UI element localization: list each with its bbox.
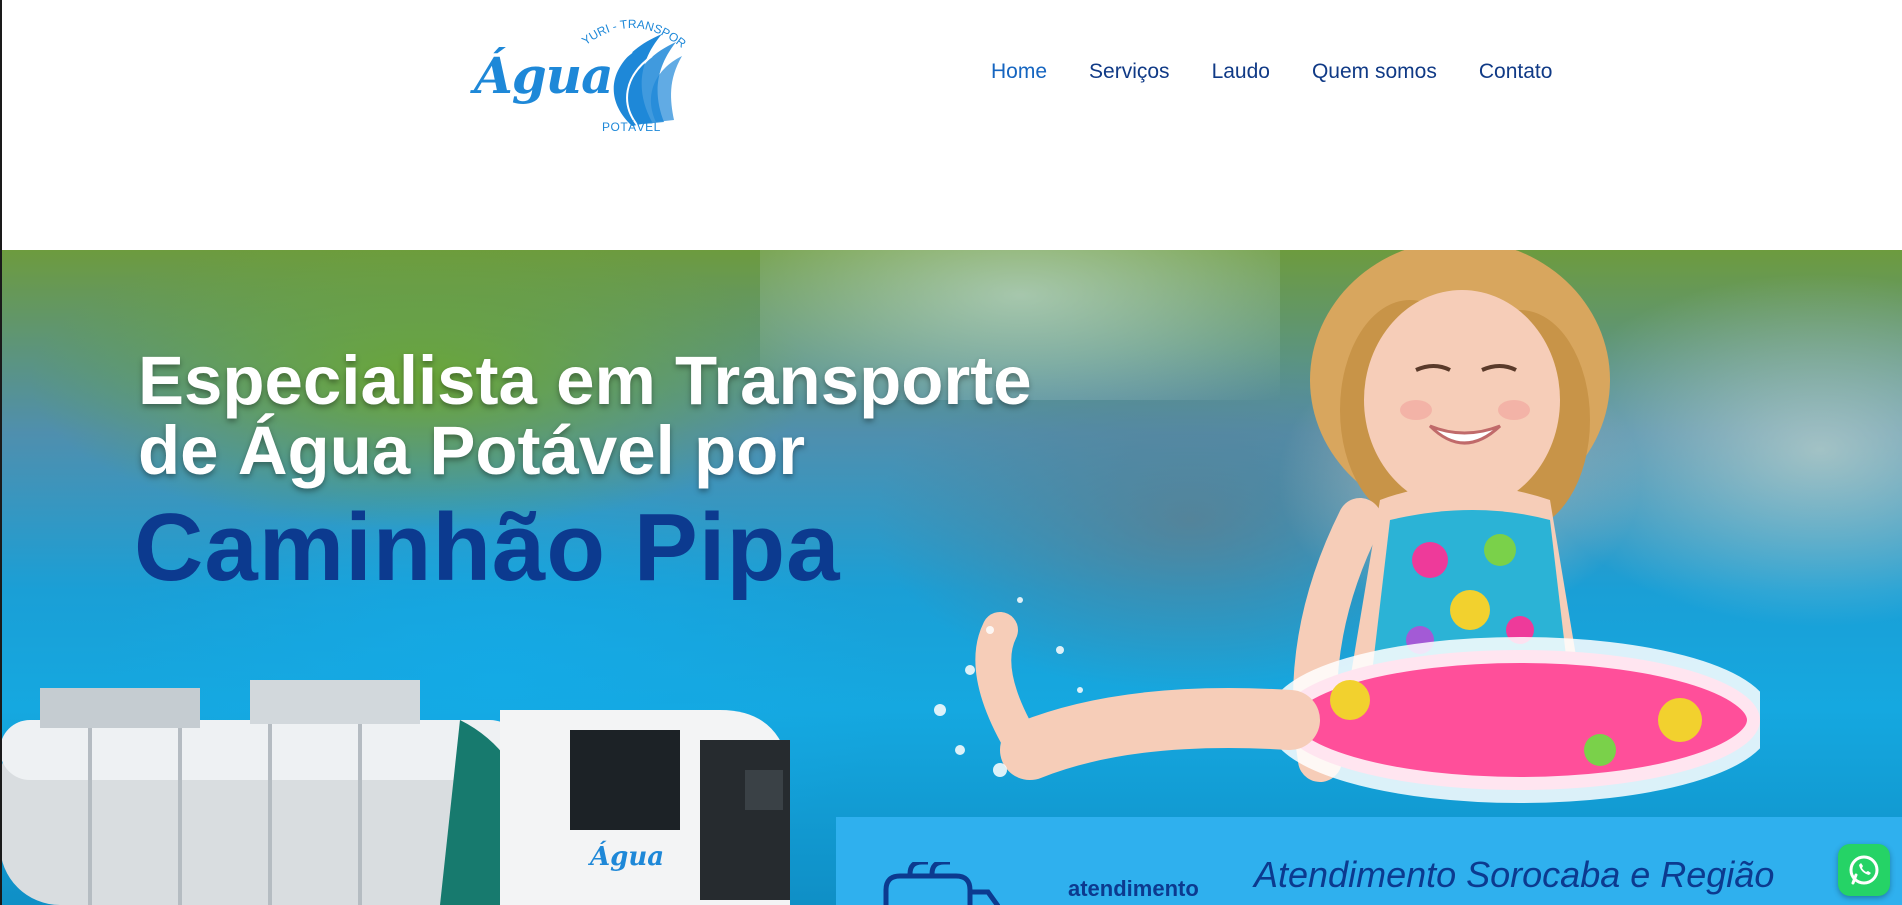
water-truck-image: Água <box>0 680 790 905</box>
page-left-border <box>0 0 2 905</box>
girl-illustration <box>934 250 1760 803</box>
main-nav: Home Serviços Laudo Quem somos Contato <box>991 60 1594 90</box>
hero-banner: Especialista em Transporte de Água Potáv… <box>0 250 1902 905</box>
nav-item-quem-somos[interactable]: Quem somos <box>1312 60 1437 90</box>
truck-logo: Água <box>587 840 664 872</box>
band-label: atendimento <box>1068 876 1199 901</box>
logo-word: Água <box>474 46 614 105</box>
band-title: Atendimento Sorocaba e Região <box>1254 854 1775 895</box>
site-logo[interactable]: YURI - TRANSPORTES Água POTÁVEL <box>474 10 688 138</box>
logo-subtitle: POTÁVEL <box>602 120 661 134</box>
hero-headline: Especialista em Transporte de Água Potáv… <box>138 346 1032 486</box>
nav-item-contato[interactable]: Contato <box>1479 60 1553 90</box>
nav-item-servicos[interactable]: Serviços <box>1089 60 1170 90</box>
whatsapp-icon <box>1849 855 1879 885</box>
hero-headline-line2: de Água Potável por <box>138 412 806 489</box>
site-header: YURI - TRANSPORTES Água POTÁVEL Home Ser… <box>0 0 1902 250</box>
nav-item-home[interactable]: Home <box>991 60 1047 90</box>
nav-item-laudo[interactable]: Laudo <box>1212 60 1270 90</box>
hero-headline-line1: Especialista em Transporte <box>138 342 1032 419</box>
hero-headline-accent: Caminhão Pipa <box>134 494 841 601</box>
truck-outline-icon <box>883 862 1000 905</box>
whatsapp-button[interactable] <box>1838 844 1890 896</box>
